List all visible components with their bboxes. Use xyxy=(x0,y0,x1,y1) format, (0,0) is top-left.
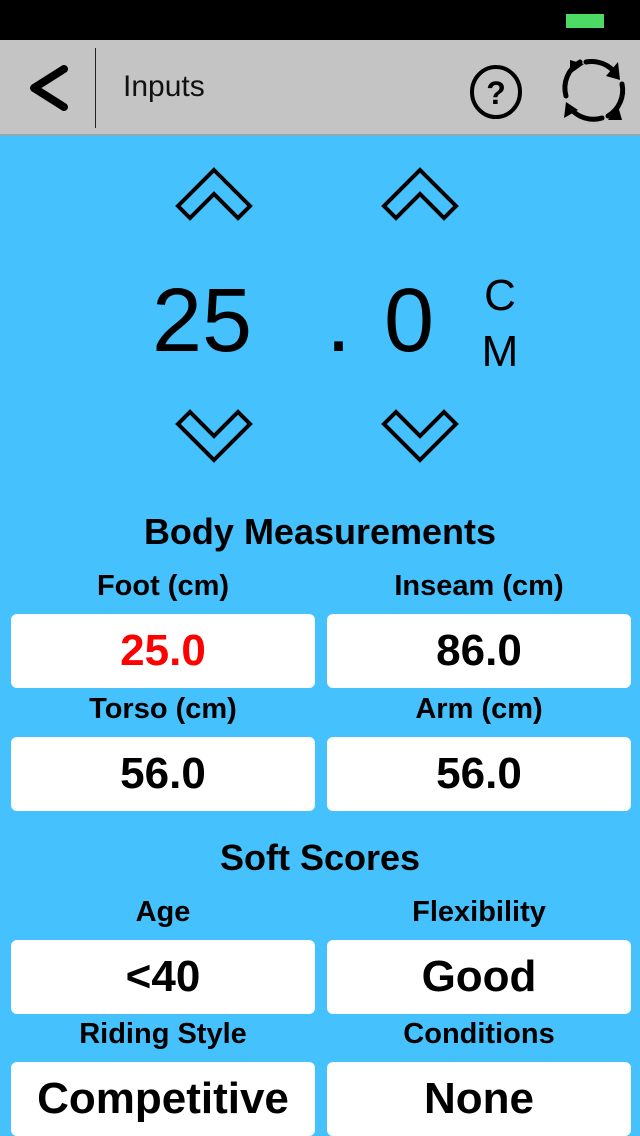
back-button[interactable] xyxy=(18,54,78,122)
riding-style-field[interactable]: Competitive xyxy=(11,1062,315,1136)
help-button[interactable]: ? xyxy=(468,64,524,120)
conditions-label: Conditions xyxy=(403,1018,555,1050)
chevron-left-icon xyxy=(30,65,68,111)
flexibility-label: Flexibility xyxy=(412,896,546,928)
picker-whole-value: 25 xyxy=(152,271,253,371)
arm-label: Arm (cm) xyxy=(415,693,543,725)
torso-field[interactable]: 56.0 xyxy=(11,737,315,811)
whole-decrement-button[interactable] xyxy=(174,404,254,464)
navigation-bar: Inputs ? xyxy=(0,40,640,136)
question-circle-icon: ? xyxy=(470,65,522,119)
status-bar xyxy=(0,0,640,40)
picker-separator: . xyxy=(326,271,352,371)
whole-increment-button[interactable] xyxy=(174,166,254,226)
arm-field[interactable]: 56.0 xyxy=(327,737,631,811)
battery-icon xyxy=(566,14,604,28)
foot-field[interactable]: 25.0 xyxy=(11,614,315,688)
svg-text:?: ? xyxy=(486,75,506,111)
decimal-increment-button[interactable] xyxy=(380,166,460,226)
picker-decimal-value: 0 xyxy=(384,271,435,371)
flexibility-field[interactable]: Good xyxy=(327,940,631,1014)
riding-style-label: Riding Style xyxy=(79,1018,247,1050)
conditions-field[interactable]: None xyxy=(327,1062,631,1136)
inseam-label: Inseam (cm) xyxy=(394,570,564,602)
page-title: Inputs xyxy=(123,70,205,103)
picker-unit-line2: M xyxy=(481,327,519,376)
soft-scores-title: Soft Scores xyxy=(219,837,421,878)
refresh-icon xyxy=(562,59,626,122)
age-label: Age xyxy=(135,896,191,928)
picker-unit-line1: C xyxy=(484,271,516,320)
refresh-button[interactable] xyxy=(556,54,628,124)
age-field[interactable]: <40 xyxy=(11,940,315,1014)
body-measurements-title: Body Measurements xyxy=(143,511,497,552)
foot-label: Foot (cm) xyxy=(96,570,230,602)
inseam-field[interactable]: 86.0 xyxy=(327,614,631,688)
decimal-decrement-button[interactable] xyxy=(380,404,460,464)
torso-label: Torso (cm) xyxy=(89,693,237,725)
nav-divider xyxy=(95,48,96,128)
